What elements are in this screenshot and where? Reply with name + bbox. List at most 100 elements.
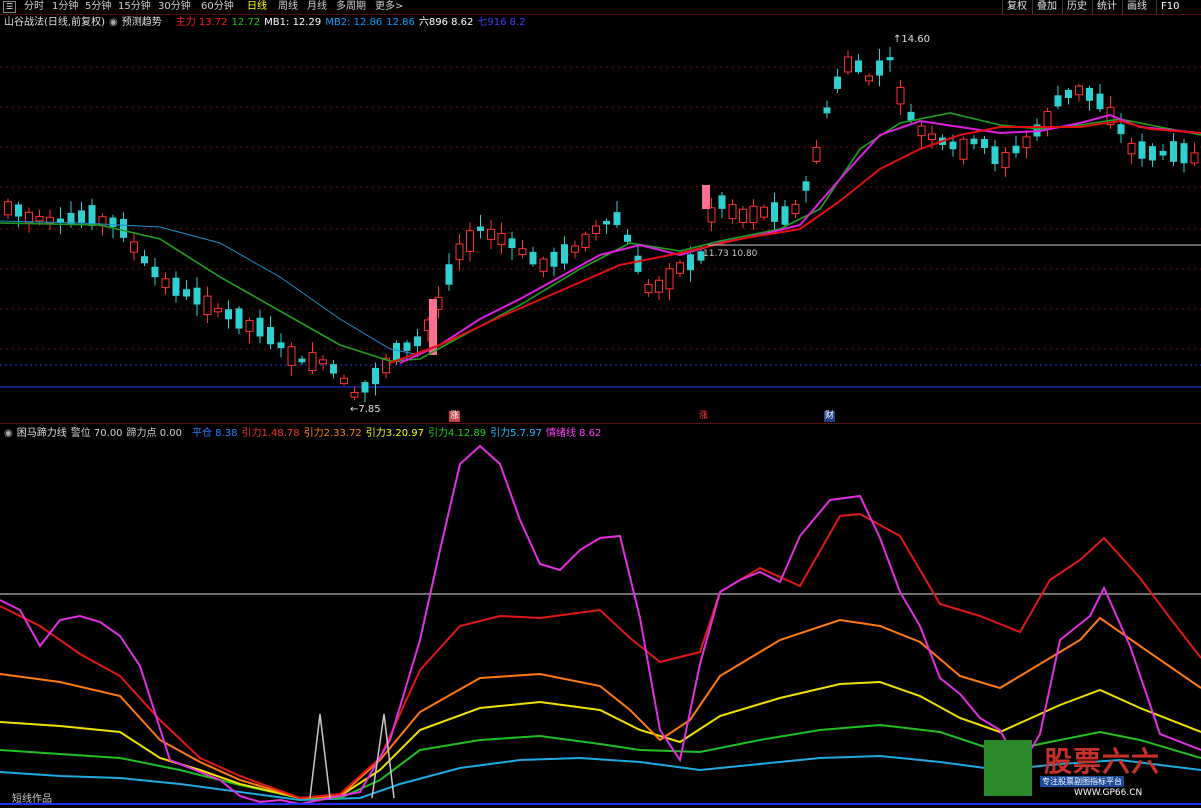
highlight-candle xyxy=(702,185,710,209)
signal-spike xyxy=(309,713,331,799)
candle-body xyxy=(403,342,411,351)
legend-item: MB2: 12.86 xyxy=(325,17,383,28)
candle-body xyxy=(340,377,348,385)
candle-body xyxy=(1117,124,1125,135)
candle-body xyxy=(1190,152,1199,164)
overlay-button[interactable]: 叠加 xyxy=(1032,0,1061,14)
signal-label[interactable]: 预测趋势 xyxy=(122,17,162,28)
period-tab[interactable]: 分时 xyxy=(24,0,44,14)
candle-body xyxy=(1001,152,1010,169)
candle-body xyxy=(1065,89,1072,98)
period-tab[interactable]: 更多> xyxy=(375,0,403,14)
f10-button[interactable]: F10 xyxy=(1156,0,1183,14)
legend-item: 引力2.33.72 xyxy=(303,428,362,439)
stats-button[interactable]: 统计 xyxy=(1092,0,1121,14)
draw-line-button[interactable]: 画线 xyxy=(1122,0,1151,14)
watermark-url: WWW.GP66.CN xyxy=(1074,788,1143,798)
indicator-title[interactable]: 困马蹄力线 xyxy=(17,428,67,439)
ma-magenta-line xyxy=(399,113,1201,364)
period-tab[interactable]: 60分钟 xyxy=(201,0,234,14)
candle-body xyxy=(550,251,558,267)
candle-body xyxy=(235,308,243,329)
candle-body xyxy=(4,201,12,216)
history-button[interactable]: 历史 xyxy=(1062,0,1091,14)
settings-icon[interactable]: ◉ xyxy=(4,428,13,439)
watermark-logo-icon xyxy=(984,740,1032,796)
pane-divider xyxy=(0,423,1201,424)
legend-item: 平仓 8.38 xyxy=(192,428,238,439)
legend-item: 引力1.48.78 xyxy=(241,428,300,439)
period-tab[interactable]: 5分钟 xyxy=(85,0,111,14)
fuquan-button[interactable]: 复权 xyxy=(1002,0,1031,14)
period-tab[interactable]: 1分钟 xyxy=(52,0,78,14)
period-tab[interactable]: 多周期 xyxy=(336,0,366,14)
low-price-label: ←7.85 xyxy=(350,404,381,415)
candle-body xyxy=(665,268,674,290)
candle-body xyxy=(120,218,127,238)
candle-body xyxy=(1022,136,1031,149)
candle-body xyxy=(760,206,768,218)
candle-body xyxy=(287,346,296,366)
candle-body xyxy=(592,225,600,235)
legend-item: 情绪线 8.62 xyxy=(545,428,602,439)
candle-body xyxy=(739,208,747,223)
candlestick-chart[interactable]: ↑14.60 ←7.85 11.73 10.80 xyxy=(0,29,1201,424)
legend-item: 引力3.20.97 xyxy=(365,428,424,439)
candle-body xyxy=(1086,87,1093,101)
legend-item: 七916 8.2 xyxy=(477,17,526,28)
candle-body xyxy=(267,327,274,345)
candle-body xyxy=(928,133,936,141)
candle-body xyxy=(1138,141,1146,159)
candle-body xyxy=(865,75,873,82)
candle-body xyxy=(130,241,138,253)
candle-body xyxy=(35,216,44,222)
legend-item: 蹄力点 0.00 xyxy=(126,428,182,439)
watermark-title: 股票六六 xyxy=(1044,745,1161,778)
candle-body xyxy=(1075,85,1083,96)
watermark-subtitle: 专注股票副图指标平台 xyxy=(1040,776,1124,787)
candle-body xyxy=(109,217,117,227)
candle-body xyxy=(571,245,579,253)
candle-body xyxy=(455,243,464,261)
mid-price-label: 11.73 10.80 xyxy=(703,249,758,259)
candle-body xyxy=(896,86,905,105)
candle-body xyxy=(749,205,758,224)
period-tab[interactable]: 周线 xyxy=(278,0,298,14)
candle-body xyxy=(1127,142,1136,155)
candle-body xyxy=(834,76,841,89)
candle-body xyxy=(319,359,327,365)
candle-body xyxy=(1180,143,1188,164)
candle-body xyxy=(487,228,495,240)
candle-body xyxy=(277,342,285,349)
candle-body xyxy=(707,207,716,223)
candle-body xyxy=(718,195,726,209)
rise-marker[interactable]: 涨 xyxy=(698,411,709,422)
candle-body xyxy=(78,210,85,224)
candle-body xyxy=(245,319,254,332)
candle-body xyxy=(855,60,862,73)
candle-body xyxy=(655,279,663,293)
candle-body xyxy=(634,255,642,272)
settings-icon[interactable]: ◉ xyxy=(109,17,118,28)
menu-icon[interactable]: ☰ xyxy=(3,1,17,13)
candle-body xyxy=(644,284,653,294)
rise-marker[interactable]: 涨 xyxy=(449,411,460,422)
ma-blue-line xyxy=(0,220,421,356)
candle-body xyxy=(981,139,988,148)
candle-body xyxy=(970,138,978,145)
period-tab[interactable]: 月线 xyxy=(307,0,327,14)
finance-marker[interactable]: 财 xyxy=(824,411,835,422)
legend-item: 引力4.12.89 xyxy=(427,428,487,439)
period-tab-active[interactable]: 日线 xyxy=(247,0,267,14)
candle-body xyxy=(57,218,64,223)
indicator-title[interactable]: 山谷战法(日线,前复权) xyxy=(4,17,105,28)
candle-body xyxy=(172,277,180,296)
candle-body xyxy=(539,258,548,272)
period-tab[interactable]: 30分钟 xyxy=(158,0,191,14)
candle-body xyxy=(414,336,421,347)
price-gridlines xyxy=(0,66,1201,388)
legend-item: 12.72 xyxy=(231,17,261,28)
legend-item: MB1: 12.29 xyxy=(264,17,322,28)
candle-body xyxy=(1043,111,1052,128)
period-tab[interactable]: 15分钟 xyxy=(118,0,151,14)
